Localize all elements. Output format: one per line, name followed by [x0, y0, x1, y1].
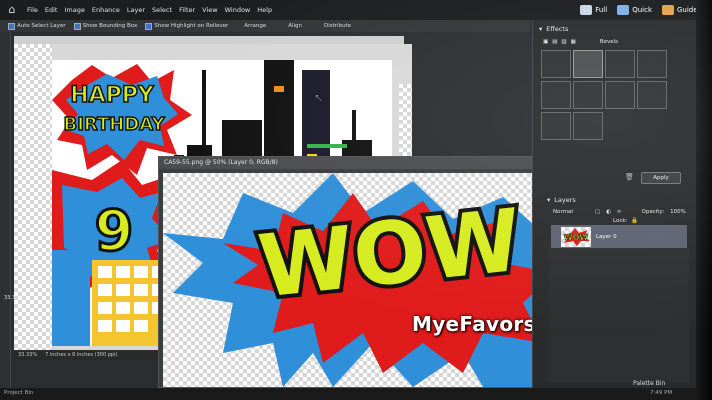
ledge — [307, 144, 347, 148]
wow-artwork: WOW — [163, 173, 555, 387]
menu-view[interactable]: View — [202, 6, 217, 14]
menu-layer[interactable]: Layer — [127, 6, 145, 14]
effect-tile[interactable] — [573, 50, 603, 78]
layers-header[interactable]: ▾ Layers — [547, 194, 576, 205]
highlight-label: Show Highlight on Rollover — [154, 23, 229, 29]
menu-filter[interactable]: Filter — [179, 6, 195, 14]
palette-bin-button[interactable]: Palette Bin — [633, 380, 665, 387]
align-button[interactable]: Align — [288, 23, 302, 29]
transparent-area — [14, 44, 52, 350]
zoom-readout-left: 33.33% — [4, 295, 24, 301]
happy-text: HAPPY — [70, 83, 155, 108]
effect-tile[interactable] — [541, 81, 571, 109]
wow-canvas: WOW — [163, 173, 555, 387]
apply-button[interactable]: Apply — [641, 172, 681, 184]
lock-icon[interactable]: 🔒 — [631, 218, 638, 224]
fx-category-icon[interactable]: ▦ — [571, 39, 576, 45]
layer-thumbnail: WOW — [561, 227, 591, 247]
link-icon[interactable]: ∞ — [617, 209, 622, 215]
blend-mode-select[interactable]: Normal — [553, 209, 573, 215]
mode-quick-label: Quick — [632, 6, 652, 14]
effect-tile[interactable] — [541, 50, 571, 78]
project-bin-button[interactable]: Project Bin — [4, 390, 33, 396]
chevron-down-icon: ▾ — [539, 24, 543, 33]
checkbox-icon — [8, 22, 15, 30]
effect-tile[interactable] — [605, 50, 635, 78]
svg-text:WOW: WOW — [564, 233, 589, 242]
tool-options-bar: Auto Select Layer Show Bounding Box Show… — [0, 20, 530, 32]
auto-select-option[interactable]: Auto Select Layer — [8, 22, 66, 30]
toolbox — [0, 32, 11, 400]
menu-select[interactable]: Select — [152, 6, 172, 14]
layers-empty-area — [549, 248, 689, 382]
layers-title: Layers — [554, 195, 576, 204]
menu-bar: ⌂ File Edit Image Enhance Layer Select F… — [0, 0, 712, 20]
doc1-zoom: 33.33% — [18, 352, 38, 358]
bounding-box-label: Show Bounding Box — [82, 23, 138, 29]
effects-category[interactable]: Bevels — [600, 39, 618, 45]
distribute-button[interactable]: Distribute — [324, 23, 351, 29]
adjustment-icon[interactable]: ◐ — [606, 209, 611, 215]
fx-category-icon[interactable]: ▣ — [543, 39, 548, 45]
highlight-option[interactable]: Show Highlight on Rollover — [145, 22, 229, 30]
photoshop-elements-window: ⌂ File Edit Image Enhance Layer Select F… — [0, 0, 712, 400]
document-title[interactable]: CA59-55.png @ 50% (Layer 0, RGB/8) — [159, 157, 559, 169]
effect-tile[interactable] — [605, 81, 635, 109]
opacity-label: Opacity: — [641, 208, 665, 215]
effect-tile[interactable] — [573, 112, 603, 140]
effect-tile[interactable] — [541, 112, 571, 140]
right-panel: ▾ Effects ▣ ▤ ▥ ▦ Bevels 🗑 Apply ▾ Layer… — [532, 20, 712, 400]
move-cursor-icon: ↖ — [314, 91, 324, 105]
mode-full-button[interactable]: Full — [580, 5, 607, 15]
spire — [202, 70, 206, 170]
fx-category-icon[interactable]: ▤ — [552, 39, 557, 45]
effects-toolbar: ▣ ▤ ▥ ▦ Bevels — [543, 36, 618, 47]
effect-tile[interactable] — [573, 81, 603, 109]
effect-tile[interactable] — [637, 81, 667, 109]
arrange-button[interactable]: Arrange — [244, 23, 266, 29]
doc1-size: 7 inches x 6 inches (300 ppi) — [45, 352, 118, 358]
menu-edit[interactable]: Edit — [45, 6, 58, 14]
menu-image[interactable]: Image — [64, 6, 84, 14]
clock: 7:49 PM — [650, 390, 673, 396]
mode-quick-button[interactable]: Quick — [617, 5, 652, 15]
menu-file[interactable]: File — [27, 6, 38, 14]
birthday-text: BIRTHDAY — [64, 114, 166, 135]
effects-title: Effects — [546, 24, 569, 33]
monitor-bezel — [696, 0, 712, 400]
checkbox-icon — [145, 22, 153, 30]
guided-mode-icon — [662, 5, 674, 15]
quick-mode-icon — [617, 5, 630, 15]
full-mode-icon — [580, 5, 593, 15]
document-window-wow[interactable]: CA59-55.png @ 50% (Layer 0, RGB/8) WOW — [158, 156, 560, 388]
menu-window[interactable]: Window — [225, 6, 251, 14]
doc1-status-bar: 33.33% 7 inches x 6 inches (300 ppi) — [14, 350, 158, 360]
checkbox-icon — [73, 22, 81, 30]
lock-label: Lock: — [613, 217, 628, 224]
home-icon[interactable]: ⌂ — [4, 2, 20, 18]
menu-enhance[interactable]: Enhance — [92, 6, 120, 14]
menu-help[interactable]: Help — [257, 6, 272, 14]
new-layer-icon[interactable]: ▢ — [595, 209, 600, 215]
mode-full-label: Full — [595, 6, 608, 14]
window-light — [274, 86, 284, 92]
opacity-value[interactable]: 100% — [670, 209, 686, 215]
blue-building — [52, 250, 90, 346]
bounding-box-option[interactable]: Show Bounding Box — [73, 22, 138, 30]
number-text: 9 — [95, 199, 134, 264]
layer-row[interactable]: WOW Layer 0 — [551, 225, 687, 249]
layer-name[interactable]: Layer 0 — [596, 234, 617, 240]
auto-select-label: Auto Select Layer — [17, 23, 66, 29]
effect-tile[interactable] — [637, 50, 667, 78]
effects-header[interactable]: ▾ Effects — [539, 23, 568, 34]
chevron-down-icon: ▾ — [547, 195, 551, 204]
trash-icon[interactable]: 🗑 — [625, 173, 634, 181]
bottom-bar: Project Bin 7:49 PM — [0, 388, 712, 400]
fx-category-icon[interactable]: ▥ — [561, 39, 566, 45]
